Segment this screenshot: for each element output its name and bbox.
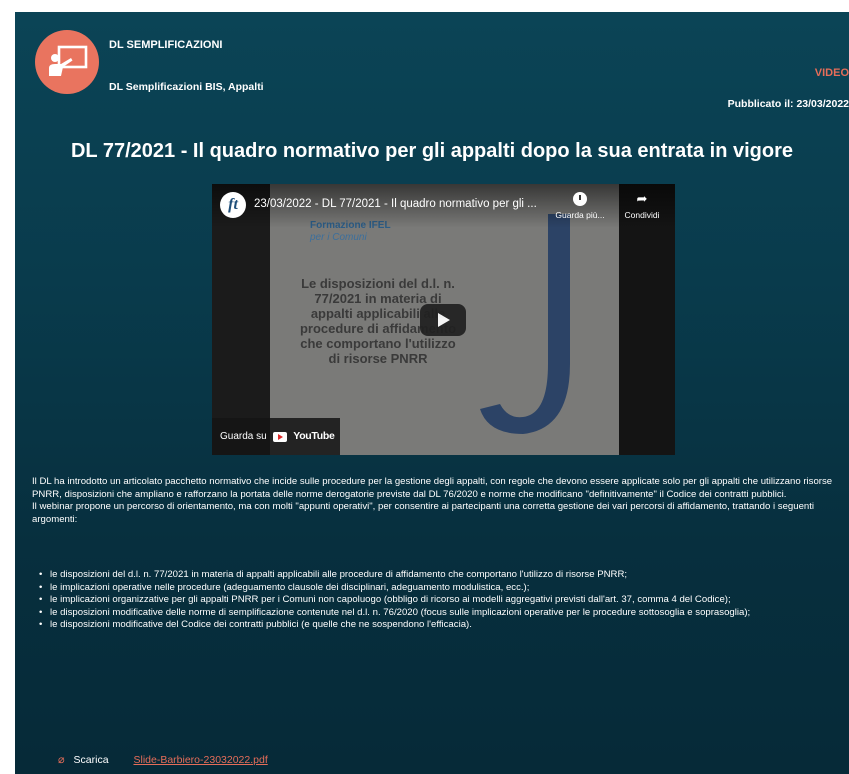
watch-on-youtube-button[interactable]: Guarda su YouTube bbox=[212, 418, 340, 455]
page-title: DL 77/2021 - Il quadro normativo per gli… bbox=[70, 140, 793, 162]
watch-later-label: Guarda più... bbox=[555, 210, 605, 220]
content-panel: DL SEMPLIFICAZIONI DL Semplificazioni BI… bbox=[15, 12, 849, 774]
watch-later-button[interactable]: Guarda più... bbox=[555, 192, 605, 220]
download-link[interactable]: Slide-Barbiero-23032022.pdf bbox=[133, 754, 267, 766]
content-type-tag: VIDEO bbox=[814, 67, 849, 79]
list-item: le implicazioni organizzative per gli ap… bbox=[37, 594, 847, 607]
list-item: le disposizioni modificative delle norme… bbox=[37, 607, 847, 620]
list-item: le disposizioni modificative del Codice … bbox=[37, 619, 847, 632]
share-button[interactable]: ➦ Condividi bbox=[617, 191, 667, 221]
youtube-play-icon bbox=[273, 431, 288, 442]
presentation-icon bbox=[49, 45, 88, 76]
video-player[interactable]: Formazione IFEL per i Comuni Le disposiz… bbox=[212, 184, 675, 455]
video-title[interactable]: 23/03/2022 - DL 77/2021 - Il quadro norm… bbox=[254, 198, 554, 210]
description-paragraph: Il DL ha introdotto un articolato pacche… bbox=[32, 476, 833, 500]
slide-org-sub: per i Comuni bbox=[310, 232, 367, 243]
topics-list: le disposizioni del d.l. n. 77/2021 in m… bbox=[37, 569, 847, 632]
list-item: le implicazioni operative nelle procedur… bbox=[37, 582, 847, 595]
share-label: Condividi bbox=[624, 210, 660, 220]
paperclip-icon: ⌀ bbox=[58, 754, 65, 766]
description-paragraph: Il webinar propone un percorso di orient… bbox=[32, 501, 815, 525]
category-label[interactable]: DL SEMPLIFICAZIONI bbox=[109, 39, 222, 51]
description: Il DL ha introdotto un articolato pacche… bbox=[32, 476, 844, 526]
publish-date: Pubblicato il: 23/03/2022 bbox=[727, 98, 849, 110]
download-label: Scarica bbox=[73, 754, 109, 766]
share-arrow-icon: ➦ bbox=[636, 191, 648, 206]
watch-on-label: Guarda su bbox=[220, 431, 267, 443]
subcategory-label[interactable]: DL Semplificazioni BIS, Appalti bbox=[109, 81, 264, 93]
youtube-wordmark: YouTube bbox=[293, 430, 335, 442]
category-logo bbox=[35, 30, 99, 94]
channel-avatar[interactable]: ft bbox=[220, 192, 246, 218]
ifel-j-logo bbox=[480, 214, 570, 434]
download-row: ⌀ Scarica Slide-Barbiero-23032022.pdf bbox=[58, 753, 268, 766]
play-button[interactable] bbox=[420, 304, 466, 336]
list-item: le disposizioni del d.l. n. 77/2021 in m… bbox=[37, 569, 847, 582]
clock-icon bbox=[573, 192, 587, 206]
